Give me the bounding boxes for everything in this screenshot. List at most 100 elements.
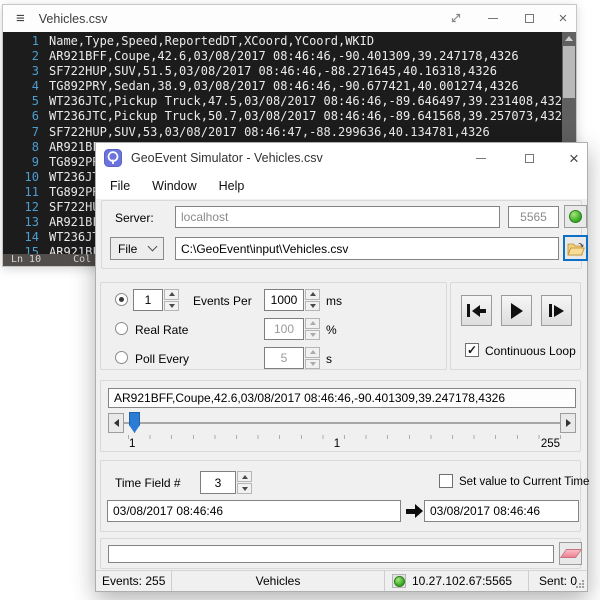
line-text: AR921BF	[49, 140, 100, 155]
expand-icon[interactable]	[447, 9, 465, 27]
message-log-input[interactable]	[108, 545, 554, 563]
line-text: TG892PR	[49, 185, 100, 200]
step-icon	[549, 304, 552, 317]
connection-status-icon	[569, 210, 582, 223]
spinner-up-icon[interactable]	[305, 318, 320, 329]
spinner-down-icon[interactable]	[305, 359, 320, 370]
line-indicator: Ln 10	[11, 254, 41, 266]
hamburger-menu-icon[interactable]: ≡	[16, 11, 25, 26]
continuous-loop-label: Continuous Loop	[485, 344, 576, 358]
time-to-input[interactable]	[424, 500, 579, 522]
line-number: 9	[3, 155, 39, 170]
line-text: AR921BFF,Coupe,42.6,03/08/2017 08:46:46,…	[49, 49, 519, 64]
time-from-input[interactable]	[107, 500, 401, 522]
maximize-icon[interactable]	[520, 9, 538, 27]
spinner-down-icon[interactable]	[305, 330, 320, 341]
time-group: Time Field # 3 Set value to Current Time	[100, 460, 581, 532]
step-button[interactable]	[541, 295, 572, 326]
seconds-unit-label: s	[326, 352, 332, 366]
time-field-value[interactable]: 3	[200, 471, 236, 494]
rate-group: 1 Events Per 1000 ms Real Rate 100 %	[100, 282, 447, 370]
spinner-up-icon[interactable]	[237, 471, 252, 482]
events-count-value[interactable]: 1	[133, 289, 163, 311]
simulator-window: GeoEvent Simulator - Vehicles.csv × File…	[95, 142, 588, 592]
arrow-right-icon	[566, 419, 571, 427]
scroll-up-icon[interactable]	[565, 36, 573, 41]
feed-name: Vehicles	[256, 574, 301, 588]
server-port-input[interactable]	[508, 206, 559, 228]
playback-group: Continuous Loop	[450, 282, 581, 370]
file-path-input[interactable]	[175, 237, 559, 260]
column-indicator: Col	[73, 254, 91, 266]
events-count-spinner: 1	[133, 289, 179, 311]
events-interval-value[interactable]: 1000	[264, 289, 304, 311]
line-text: TG892PR	[49, 155, 100, 170]
source-type-dropdown[interactable]: File	[110, 237, 164, 260]
current-record-input[interactable]	[108, 388, 576, 408]
clear-log-button[interactable]	[559, 542, 582, 565]
csv-line: 3SF722HUP,SUV,51.5,03/08/2017 08:46:46,-…	[3, 64, 562, 79]
line-text: SF722HU	[49, 200, 100, 215]
slider-left-button[interactable]	[108, 413, 124, 433]
spinner-down-icon[interactable]	[305, 301, 320, 312]
line-number: 1	[3, 34, 39, 49]
feed-name-segment: Vehicles	[172, 571, 385, 591]
events-interval-spinner: 1000	[264, 289, 320, 311]
poll-every-radio[interactable]	[115, 351, 128, 364]
endpoint-address: 10.27.102.67:5565	[412, 574, 512, 588]
spinner-down-icon[interactable]	[164, 301, 179, 312]
line-text: WT236JTC,Pickup Truck,50.7,03/08/2017 08…	[49, 109, 562, 124]
line-text: SF722HUP,SUV,53,03/08/2017 08:46:47,-88.…	[49, 125, 490, 140]
csv-line: 2AR921BFF,Coupe,42.6,03/08/2017 08:46:46…	[3, 49, 562, 64]
close-icon[interactable]: ×	[554, 9, 572, 27]
spinner-up-icon[interactable]	[164, 289, 179, 300]
csv-line: 6 WT236JTC,Pickup Truck,50.7,03/08/2017 0…	[3, 109, 562, 124]
spinner-down-icon[interactable]	[237, 483, 252, 494]
slider-track[interactable]	[124, 422, 560, 424]
scrollbar-thumb[interactable]	[563, 46, 575, 98]
menu-window[interactable]: Window	[141, 175, 207, 197]
minimize-icon[interactable]	[484, 9, 502, 27]
poll-spinner: 5	[264, 347, 320, 369]
window-title: GeoEvent Simulator - Vehicles.csv	[131, 151, 323, 165]
csv-line: 4TG892PRY,Sedan,38.9,03/08/2017 08:46:46…	[3, 79, 562, 94]
maximize-icon[interactable]	[517, 149, 541, 167]
slider-min-label: 1	[129, 438, 135, 450]
app-icon	[104, 149, 122, 167]
connect-button[interactable]	[564, 205, 587, 228]
real-rate-radio[interactable]	[115, 322, 128, 335]
server-host-input[interactable]	[175, 206, 500, 228]
real-rate-value[interactable]: 100	[264, 318, 304, 340]
poll-every-label: Poll Every	[135, 352, 189, 366]
line-number: 4	[3, 79, 39, 94]
line-number: 6	[3, 109, 39, 124]
line-number: 15	[3, 245, 39, 254]
slider-mid-label: 1	[329, 438, 345, 450]
events-per-label: Events Per	[193, 294, 252, 308]
continuous-loop-checkbox[interactable]	[465, 343, 479, 357]
sent-count: Sent: 0	[539, 574, 577, 588]
log-group	[100, 538, 581, 569]
menu-help[interactable]: Help	[208, 175, 256, 197]
set-current-time-label: Set value to Current Time	[459, 476, 589, 488]
line-number: 5	[3, 94, 39, 109]
source-type-value: File	[118, 242, 137, 256]
minimize-icon[interactable]	[469, 149, 493, 167]
play-button[interactable]	[501, 295, 532, 326]
browse-file-button[interactable]	[563, 235, 588, 261]
slider-right-button[interactable]	[560, 413, 576, 433]
skip-to-start-button[interactable]	[461, 295, 492, 326]
slider-thumb[interactable]	[129, 412, 140, 433]
line-text: WT236JTC,Pickup Truck,47.5,03/08/2017 08…	[49, 94, 562, 109]
line-number: 13	[3, 215, 39, 230]
events-per-radio[interactable]	[115, 293, 128, 306]
endpoint-status-icon	[392, 574, 406, 588]
line-number: 8	[3, 140, 39, 155]
poll-value[interactable]: 5	[264, 347, 304, 369]
set-current-time-checkbox[interactable]	[439, 474, 453, 488]
resize-grip[interactable]	[575, 579, 585, 589]
spinner-up-icon[interactable]	[305, 289, 320, 300]
close-icon[interactable]: ×	[562, 149, 586, 167]
spinner-up-icon[interactable]	[305, 347, 320, 358]
menu-file[interactable]: File	[99, 175, 141, 197]
